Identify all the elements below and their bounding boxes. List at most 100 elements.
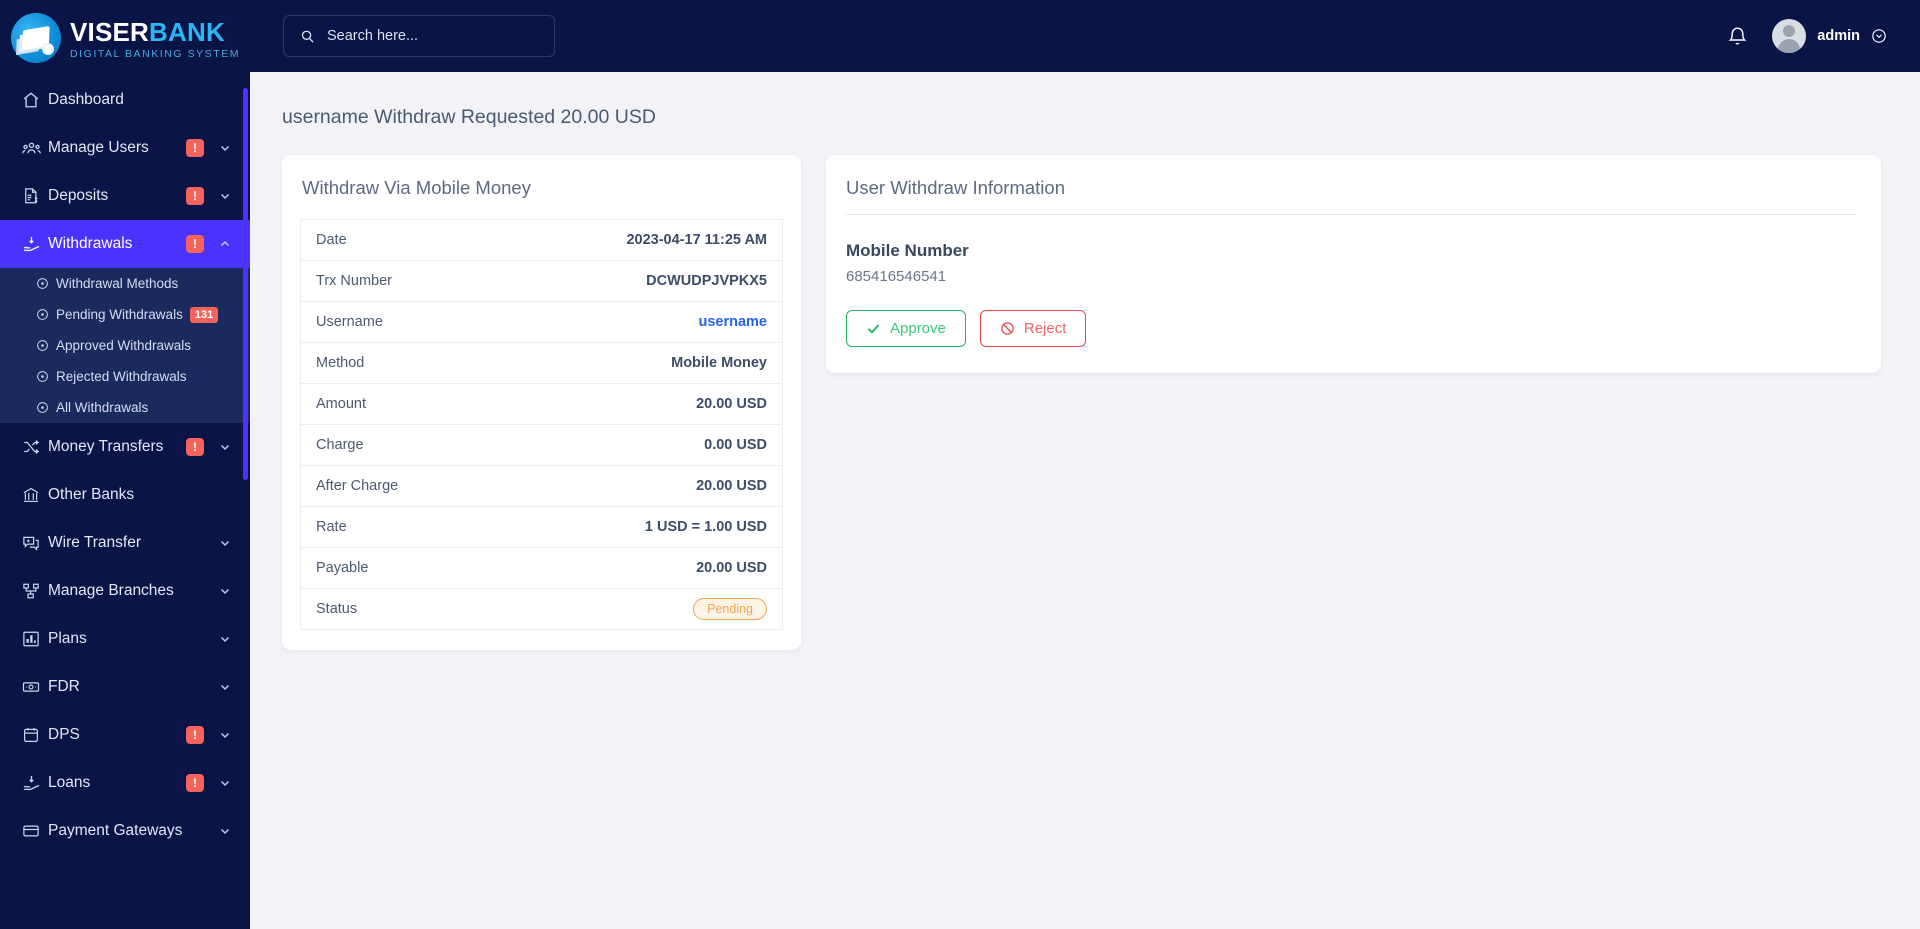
table-row: Status Pending bbox=[301, 589, 783, 630]
alert-badge: ! bbox=[186, 438, 204, 456]
mobile-number-label: Mobile Number bbox=[846, 241, 969, 260]
row-value: 0.00 USD bbox=[491, 424, 783, 466]
chevron-down-circle-icon[interactable] bbox=[1871, 28, 1887, 44]
sidebar-label: Other Banks bbox=[48, 486, 135, 503]
circle-dot-icon bbox=[36, 277, 56, 290]
row-key: Date bbox=[300, 219, 492, 261]
bank-icon bbox=[22, 486, 48, 504]
status-badge: Pending bbox=[693, 598, 767, 620]
chevron-down-icon[interactable] bbox=[218, 585, 232, 597]
row-value: 20.00 USD bbox=[491, 383, 783, 425]
search-icon bbox=[300, 29, 315, 44]
row-key: Rate bbox=[300, 506, 492, 548]
sidebar: VISERBANK DIGITAL BANKING SYSTEM Dashboa… bbox=[0, 0, 250, 929]
money-chat-icon bbox=[22, 534, 48, 552]
chevron-down-icon[interactable] bbox=[218, 777, 232, 789]
row-value: Mobile Money bbox=[491, 342, 783, 384]
withdraw-details-card: Withdraw Via Mobile Money Date 2023-04-1… bbox=[282, 155, 801, 650]
sidebar-label: DPS bbox=[48, 726, 80, 743]
sidebar-item-fdr[interactable]: FDR bbox=[0, 663, 250, 711]
search-box[interactable] bbox=[283, 15, 555, 57]
row-key: Trx Number bbox=[300, 260, 492, 302]
row-key: After Charge bbox=[300, 465, 492, 507]
chevron-down-icon[interactable] bbox=[218, 825, 232, 837]
sidebar-label: FDR bbox=[48, 678, 80, 695]
row-key: Status bbox=[316, 601, 358, 617]
sidebar-sublabel: All Withdrawals bbox=[56, 400, 149, 415]
sidebar-sublabel: Pending Withdrawals bbox=[56, 307, 183, 322]
sidebar-sublabel: Withdrawal Methods bbox=[56, 276, 179, 291]
notification-bell-icon[interactable] bbox=[1727, 26, 1748, 47]
withdraw-hand-icon bbox=[22, 774, 48, 793]
username-label: admin bbox=[1817, 28, 1860, 44]
sidebar-item-payment-gateways[interactable]: Payment Gateways bbox=[0, 807, 250, 855]
sidebar-item-dps[interactable]: DPS ! bbox=[0, 711, 250, 759]
sidebar-item-all-withdrawals[interactable]: All Withdrawals bbox=[0, 392, 250, 423]
table-row: Charge 0.00 USD bbox=[300, 424, 783, 466]
sidebar-sublabel: Rejected Withdrawals bbox=[56, 369, 187, 384]
sidebar-item-manage-users[interactable]: Manage Users ! bbox=[0, 124, 250, 172]
row-value: 1 USD = 1.00 USD bbox=[491, 506, 783, 548]
sidebar-item-withdrawals[interactable]: Withdrawals ! bbox=[0, 220, 250, 268]
chevron-down-icon[interactable] bbox=[218, 633, 232, 645]
sidebar-item-manage-branches[interactable]: Manage Branches bbox=[0, 567, 250, 615]
sidebar-label: Wire Transfer bbox=[48, 534, 142, 551]
chevron-down-icon[interactable] bbox=[218, 537, 232, 549]
card-divider bbox=[846, 214, 1857, 215]
check-icon bbox=[866, 321, 881, 336]
chevron-down-icon[interactable] bbox=[218, 441, 232, 453]
ban-icon bbox=[1000, 321, 1015, 336]
chevron-down-icon[interactable] bbox=[218, 681, 232, 693]
alert-badge: ! bbox=[186, 139, 204, 157]
chevron-up-icon[interactable] bbox=[218, 238, 232, 250]
sidebar-item-dashboard[interactable]: Dashboard bbox=[0, 76, 250, 124]
sidebar-item-wire-transfer[interactable]: Wire Transfer bbox=[0, 519, 250, 567]
sidebar-label: Withdrawals bbox=[48, 235, 133, 252]
circle-dot-icon bbox=[36, 339, 56, 352]
shuffle-icon bbox=[22, 438, 48, 456]
alert-badge: ! bbox=[186, 187, 204, 205]
viserbank-logo-icon bbox=[11, 13, 61, 63]
sidebar-item-rejected-withdrawals[interactable]: Rejected Withdrawals bbox=[0, 361, 250, 392]
search-input[interactable] bbox=[327, 28, 538, 44]
sidebar-item-withdrawal-methods[interactable]: Withdrawal Methods bbox=[0, 268, 250, 299]
chevron-down-icon[interactable] bbox=[218, 729, 232, 741]
row-key: Charge bbox=[300, 424, 492, 466]
circle-dot-icon bbox=[36, 308, 56, 321]
sidebar-scrollbar-thumb[interactable] bbox=[243, 88, 248, 480]
sidebar-label: Plans bbox=[48, 630, 87, 647]
chevron-down-icon[interactable] bbox=[218, 142, 232, 154]
sidebar-item-other-banks[interactable]: Other Banks bbox=[0, 471, 250, 519]
sidebar-item-loans[interactable]: Loans ! bbox=[0, 759, 250, 807]
approve-button[interactable]: Approve bbox=[846, 310, 966, 347]
table-row: Date 2023-04-17 11:25 AM bbox=[300, 219, 783, 261]
sidebar-item-money-transfers[interactable]: Money Transfers ! bbox=[0, 423, 250, 471]
brand-name-second: BANK bbox=[149, 16, 225, 47]
user-menu[interactable]: admin bbox=[1772, 19, 1887, 53]
chevron-down-icon[interactable] bbox=[218, 190, 232, 202]
branches-icon bbox=[22, 582, 48, 600]
username-link[interactable]: username bbox=[698, 314, 767, 330]
credit-card-icon bbox=[22, 822, 48, 840]
withdraw-card-title: Withdraw Via Mobile Money bbox=[302, 177, 531, 198]
calendar-box-icon bbox=[22, 726, 48, 744]
table-row: Rate 1 USD = 1.00 USD bbox=[300, 506, 783, 548]
withdraw-hand-icon bbox=[22, 235, 48, 254]
table-row: Trx Number DCWUDPJVPKX5 bbox=[300, 260, 783, 302]
approve-button-label: Approve bbox=[890, 320, 946, 337]
sidebar-item-deposits[interactable]: Deposits ! bbox=[0, 172, 250, 220]
sidebar-label: Loans bbox=[48, 774, 91, 791]
cards-row: Withdraw Via Mobile Money Date 2023-04-1… bbox=[250, 129, 1920, 650]
header-right-area: admin bbox=[1727, 19, 1887, 53]
reject-button[interactable]: Reject bbox=[979, 310, 1087, 347]
brand-logo-area[interactable]: VISERBANK DIGITAL BANKING SYSTEM bbox=[0, 0, 250, 76]
sidebar-label: Payment Gateways bbox=[48, 822, 183, 839]
sidebar-item-pending-withdrawals[interactable]: Pending Withdrawals 131 bbox=[0, 299, 250, 330]
row-value: 20.00 USD bbox=[491, 465, 783, 507]
table-row: Payable 20.00 USD bbox=[300, 547, 783, 589]
sidebar-item-approved-withdrawals[interactable]: Approved Withdrawals bbox=[0, 330, 250, 361]
sidebar-sublabel: Approved Withdrawals bbox=[56, 338, 192, 353]
circle-dot-icon bbox=[36, 401, 56, 414]
sidebar-label: Money Transfers bbox=[48, 438, 164, 455]
sidebar-item-plans[interactable]: Plans bbox=[0, 615, 250, 663]
